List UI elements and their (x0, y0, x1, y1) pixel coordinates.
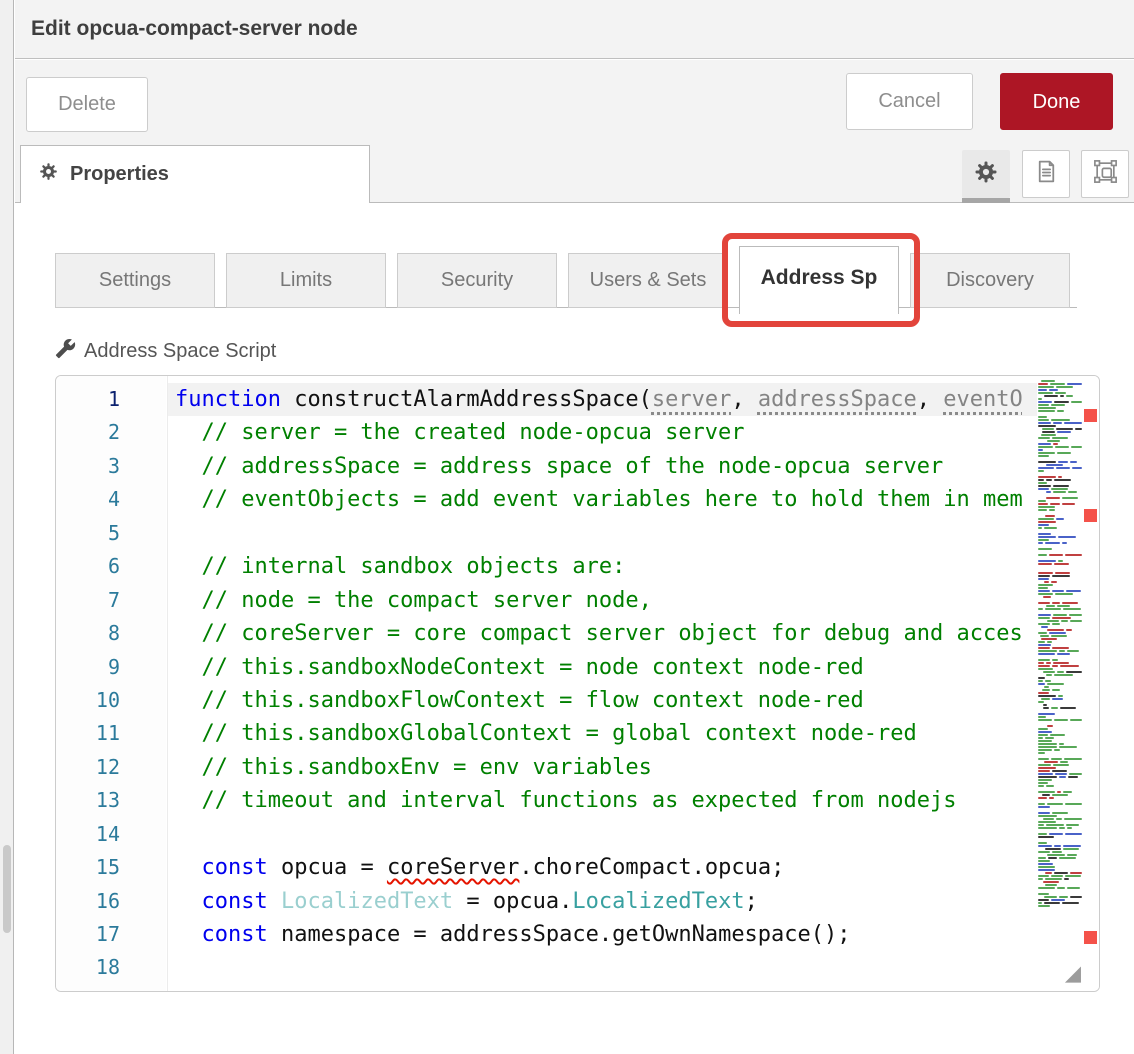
line-number: 18 (56, 951, 166, 984)
code-editor[interactable]: 12345678910111213141516171819 function c… (55, 375, 1100, 992)
cancel-button[interactable]: Cancel (846, 73, 973, 130)
code-line-14[interactable] (168, 818, 1037, 851)
line-number: 4 (56, 483, 166, 516)
tab-security[interactable]: Security (397, 253, 557, 308)
line-number: 1 (56, 383, 166, 416)
line-number: 8 (56, 617, 166, 650)
error-marker[interactable] (1084, 931, 1097, 944)
line-number: 12 (56, 751, 166, 784)
line-number: 9 (56, 651, 166, 684)
line-number: 2 (56, 416, 166, 449)
workspace-edge (0, 0, 14, 1054)
edit-node-dialog: Edit opcua-compact-server node Delete Ca… (0, 0, 1134, 1054)
code-line-9[interactable]: // this.sandboxNodeContext = node contex… (168, 651, 1037, 684)
line-number: 11 (56, 717, 166, 750)
tab-limits[interactable]: Limits (226, 253, 386, 308)
code-line-3[interactable]: // addressSpace = address space of the n… (168, 450, 1037, 483)
properties-icon-button[interactable] (962, 150, 1010, 198)
code-line-17[interactable]: const namespace = addressSpace.getOwnNam… (168, 918, 1037, 951)
minimap[interactable] (1036, 379, 1082, 909)
line-number: 5 (56, 517, 166, 550)
line-number: 7 (56, 584, 166, 617)
appearance-icon (1093, 159, 1118, 189)
code-line-13[interactable]: // timeout and interval functions as exp… (168, 784, 1037, 817)
error-marker[interactable] (1084, 409, 1097, 422)
line-number: 16 (56, 885, 166, 918)
line-number: 10 (56, 684, 166, 717)
line-number: 3 (56, 450, 166, 483)
code-line-1[interactable]: function constructAlarmAddressSpace(serv… (168, 383, 1037, 416)
document-icon (1034, 159, 1059, 189)
code-line-5[interactable] (168, 517, 1037, 550)
line-number: 6 (56, 550, 166, 583)
code-line-7[interactable]: // node = the compact server node, (168, 584, 1037, 617)
appearance-icon-button[interactable] (1081, 150, 1129, 198)
tab-users-sets[interactable]: Users & Sets (568, 253, 728, 308)
done-button[interactable]: Done (1000, 73, 1113, 130)
line-number: 14 (56, 818, 166, 851)
line-number: 13 (56, 784, 166, 817)
workspace-scrollbar[interactable] (3, 845, 11, 933)
code-line-15[interactable]: const opcua = coreServer.choreCompact.op… (168, 851, 1037, 884)
dialog-header: Edit opcua-compact-server node (15, 0, 1134, 59)
section-label: Address Space Script (55, 338, 276, 365)
description-icon-button[interactable] (1022, 150, 1070, 198)
code-line-16[interactable]: const LocalizedText = opcua.LocalizedTex… (168, 885, 1037, 918)
overview-ruler (1083, 376, 1099, 991)
wrench-icon (55, 338, 76, 365)
resize-grip-icon[interactable]: ◢ (1065, 961, 1081, 985)
line-number-gutter: 12345678910111213141516171819 (56, 376, 166, 991)
code-line-10[interactable]: // this.sandboxFlowContext = flow contex… (168, 684, 1037, 717)
tab-address-sp[interactable]: Address Sp (739, 246, 899, 314)
code-line-12[interactable]: // this.sandboxEnv = env variables (168, 751, 1037, 784)
active-icon-underline (962, 198, 1010, 203)
tab-properties[interactable]: Properties (20, 145, 370, 203)
gear-icon (39, 162, 58, 187)
code-line-11[interactable]: // this.sandboxGlobalContext = global co… (168, 717, 1037, 750)
tab-discovery[interactable]: Discovery (910, 253, 1070, 308)
delete-button[interactable]: Delete (26, 77, 148, 132)
section-label-text: Address Space Script (84, 340, 276, 363)
line-number: 15 (56, 851, 166, 884)
error-marker[interactable] (1084, 509, 1097, 522)
code-line-8[interactable]: // coreServer = core compact server obje… (168, 617, 1037, 650)
code-line-2[interactable]: // server = the created node-opcua serve… (168, 416, 1037, 449)
line-number: 19 (56, 985, 166, 992)
line-number: 17 (56, 918, 166, 951)
code-line-6[interactable]: // internal sandbox objects are: (168, 550, 1037, 583)
code-line-19[interactable]: const Variant = opcua.Variant; (168, 985, 1037, 991)
tab-settings[interactable]: Settings (55, 253, 215, 308)
tab-properties-label: Properties (70, 163, 169, 186)
code-line-4[interactable]: // eventObjects = add event variables he… (168, 483, 1037, 516)
code-line-18[interactable] (168, 951, 1037, 984)
gear-icon (974, 160, 998, 189)
code-area[interactable]: function constructAlarmAddressSpace(serv… (167, 376, 1037, 991)
dialog-title: Edit opcua-compact-server node (31, 17, 358, 41)
